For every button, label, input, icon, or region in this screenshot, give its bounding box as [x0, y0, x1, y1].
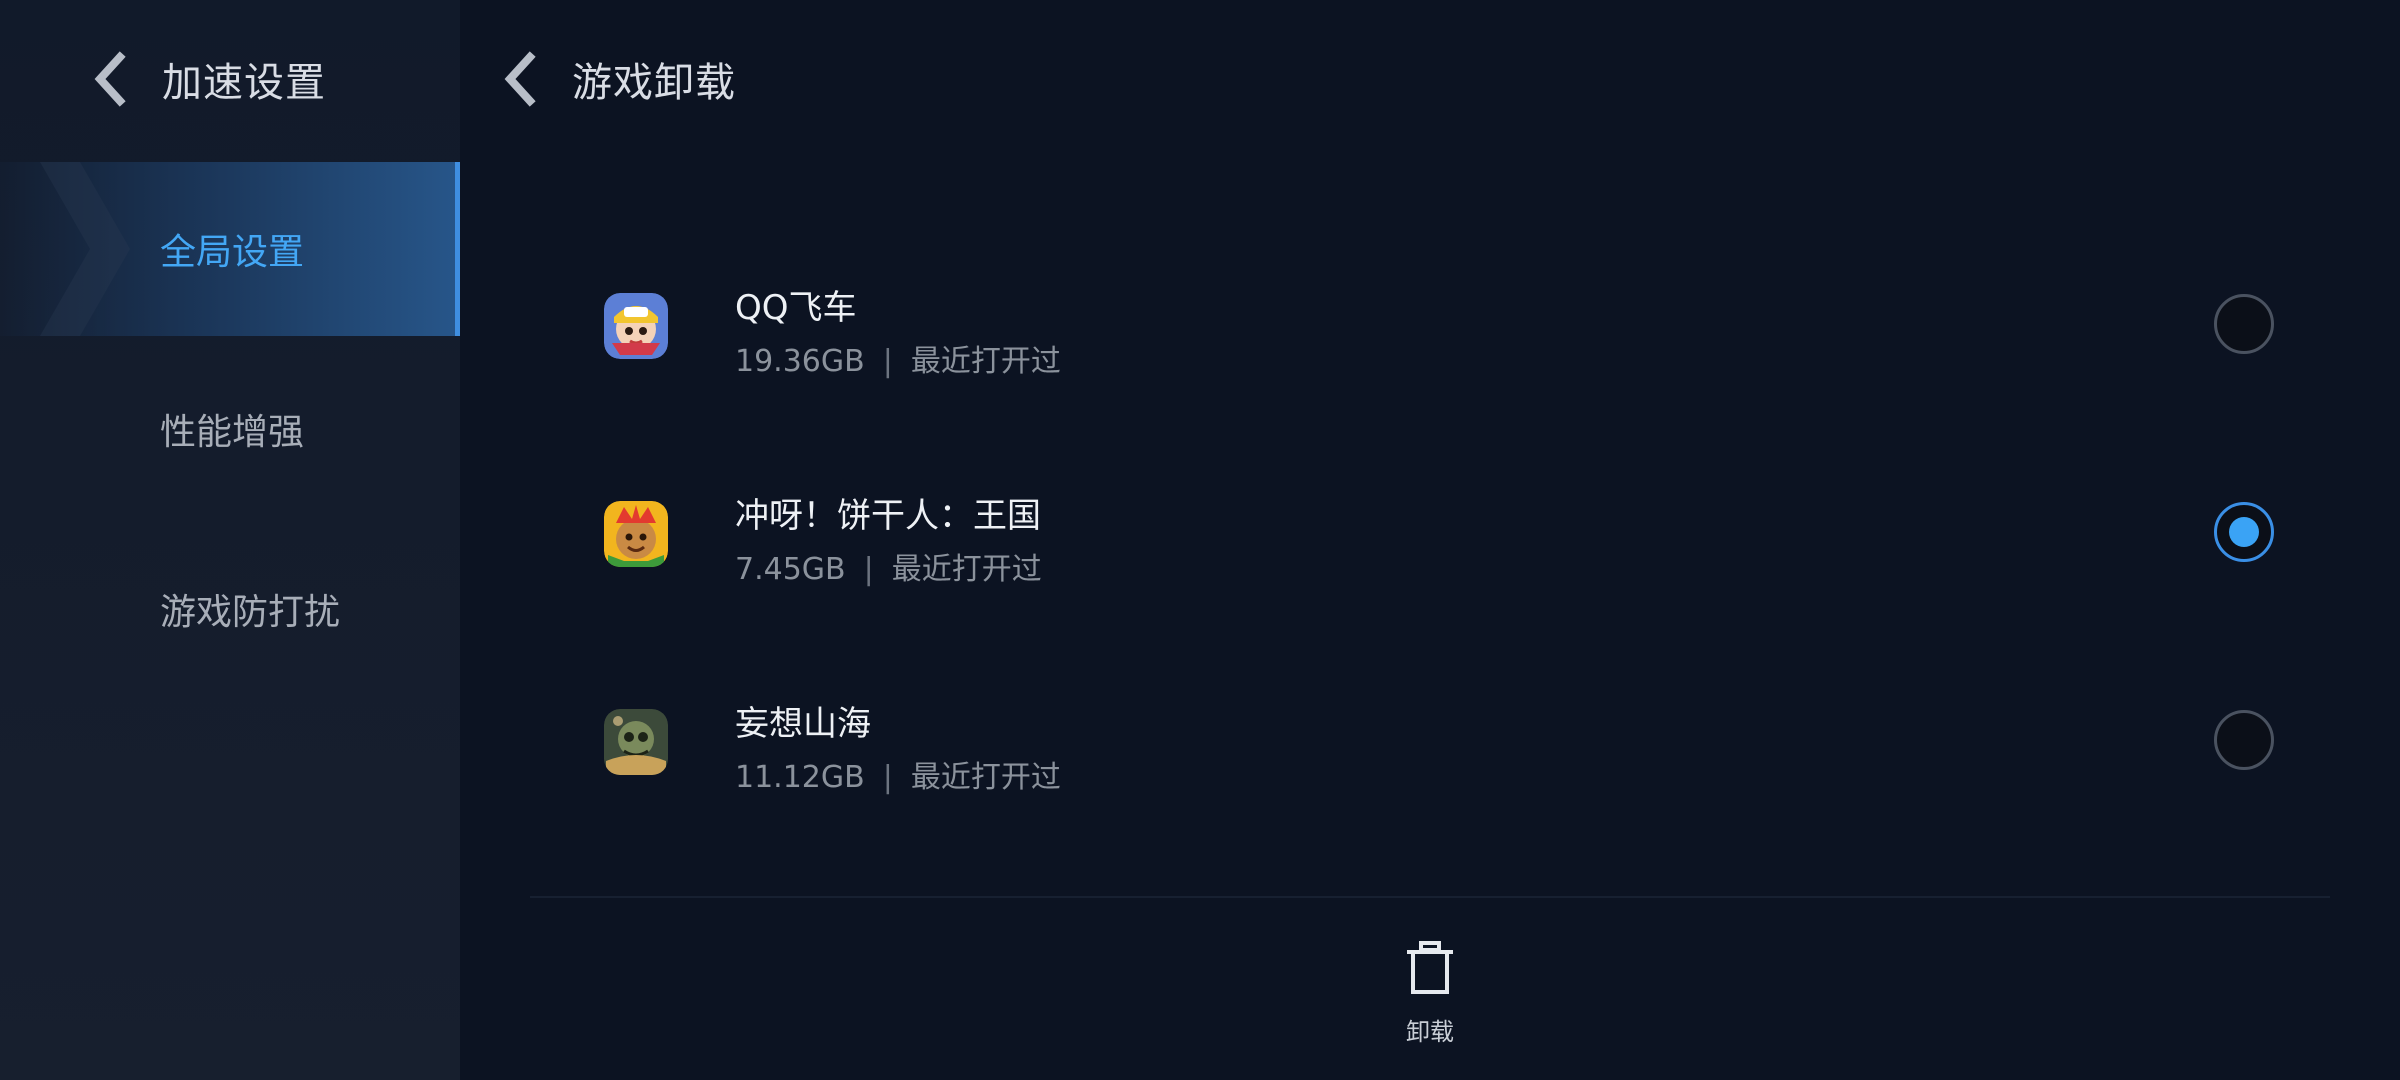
cookie-run-icon: [604, 501, 668, 567]
game-status: 最近打开过: [891, 552, 1042, 587]
bottom-divider: [530, 896, 2330, 898]
game-status: 最近打开过: [910, 760, 1061, 795]
nav-item-label: 游戏防打扰: [160, 592, 341, 633]
game-size: 7.45GB: [735, 552, 846, 587]
nav-item-label: 全局设置: [160, 232, 305, 273]
game-name: 妄想山海: [735, 704, 871, 744]
game-row[interactable]: 冲呀！饼干人：王国 7.45GB | 最近打开过: [460, 430, 2400, 638]
select-radio[interactable]: [2214, 502, 2274, 562]
game-meta: 11.12GB | 最近打开过: [735, 752, 1061, 796]
left-header-title: 加速设置: [162, 60, 326, 106]
game-list: QQ飞车 19.36GB | 最近打开过 冲呀！饼干人：王国 7.45GB | 最近打开…: [460, 222, 2400, 846]
game-row[interactable]: 妄想山海 11.12GB | 最近打开过: [460, 638, 2400, 846]
nav-item-game-do-not-disturb[interactable]: 游戏防打扰: [0, 522, 460, 696]
game-name: 冲呀！饼干人：王国: [735, 496, 1041, 536]
game-row[interactable]: QQ飞车 19.36GB | 最近打开过: [460, 222, 2400, 430]
nav-item-performance-boost[interactable]: 性能增强: [0, 342, 460, 516]
game-meta: 19.36GB | 最近打开过: [735, 336, 1061, 380]
select-radio[interactable]: [2214, 710, 2274, 770]
settings-nav: 全局设置 性能增强 游戏防打扰: [0, 162, 460, 702]
right-header: 游戏卸载: [500, 40, 736, 118]
uninstall-label: 卸载: [1406, 1018, 1454, 1046]
trash-icon: [1407, 941, 1453, 994]
nav-item-label: 性能增强: [160, 412, 305, 453]
nav-chevron-decoration: [40, 162, 130, 336]
left-panel: 加速设置 全局设置 性能增强 游戏防打扰: [0, 0, 460, 1080]
meta-separator: |: [882, 344, 893, 379]
wangxiang-shanhai-icon: [604, 709, 668, 775]
meta-separator: |: [863, 552, 874, 587]
qq-speed-icon: [604, 293, 668, 359]
nav-item-global-settings[interactable]: 全局设置: [0, 162, 460, 336]
right-header-title: 游戏卸载: [572, 60, 736, 106]
game-name: QQ飞车: [735, 288, 857, 328]
game-size: 11.12GB: [735, 760, 865, 795]
game-status: 最近打开过: [910, 344, 1061, 379]
left-header: 加速设置: [90, 40, 326, 118]
game-size: 19.36GB: [735, 344, 865, 379]
back-arrow-icon[interactable]: [500, 51, 544, 107]
back-arrow-icon[interactable]: [90, 51, 134, 107]
game-meta: 7.45GB | 最近打开过: [735, 544, 1042, 588]
uninstall-button[interactable]: 卸载: [1380, 940, 1480, 1050]
meta-separator: |: [882, 760, 893, 795]
select-radio[interactable]: [2214, 294, 2274, 354]
